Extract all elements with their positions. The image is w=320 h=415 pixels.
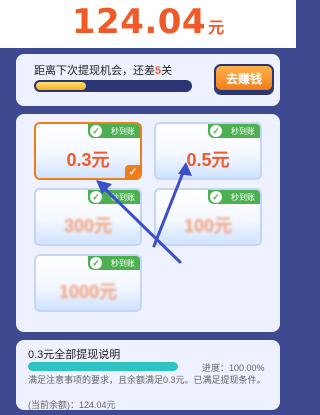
option-amount: 100元 [183,216,233,236]
earn-money-button[interactable]: 去赚钱 [214,64,274,92]
progress-bar [34,80,192,92]
instant-badge: ✓ 秒到账 [88,190,140,204]
check-circle-icon: ✓ [90,125,102,137]
progress-text-prefix: 距离下次提现机会，还差 [34,65,155,77]
option-amount: 0.5元 [186,150,230,170]
info-current-balance: (当前余额)：124.04元 [28,400,116,410]
withdraw-info-panel: 0.3元全部提现说明 进度：100.00% 满足注意事项的要求，且余额满足0.3… [16,340,280,410]
instant-badge: ✓ 秒到账 [88,256,140,270]
info-title: 0.3元全部提现说明 [28,349,121,361]
instant-badge: ✓ 秒到账 [208,124,260,138]
withdraw-option[interactable]: ✓ 秒到账 0.3元 ✓ [34,122,142,180]
option-amount: 300元 [63,216,113,236]
badge-label: 秒到账 [231,192,255,202]
info-progress-bar [28,362,178,371]
check-circle-icon: ✓ [90,191,102,203]
check-circle-icon: ✓ [210,125,222,137]
info-progress-fill [28,362,178,371]
check-circle-icon: ✓ [210,191,222,203]
balance-card: 124.04 元 [0,0,296,48]
balance-unit: 元 [208,20,225,37]
option-amount: 1000元 [58,282,118,302]
withdraw-progress-panel: 距离下次提现机会，还差5关 去赚钱 [16,54,280,106]
badge-label: 秒到账 [231,126,255,136]
info-description: 满足注意事项的要求，且余额满足0.3元。已满足提现条件。 [28,375,266,385]
withdraw-option[interactable]: ✓ 秒到账 300元 [34,188,142,246]
withdraw-option[interactable]: ✓ 秒到账 1000元 [34,254,142,312]
balance-amount: 124.04 [71,2,207,42]
withdraw-options-panel: ✓ 秒到账 0.3元 ✓ ✓ 秒到账 0.5元 ✓ 秒到账 300元 ✓ 秒到账 100… [16,114,280,332]
badge-label: 秒到账 [111,126,135,136]
withdraw-option[interactable]: ✓ 秒到账 0.5元 [154,122,262,180]
progress-text: 距离下次提现机会，还差5关 [34,62,172,78]
badge-label: 秒到账 [111,258,135,268]
progress-bar-fill [34,80,88,92]
check-circle-icon: ✓ [90,257,102,269]
instant-badge: ✓ 秒到账 [88,124,140,138]
badge-label: 秒到账 [111,192,135,202]
info-progress-label: 进度：100.00% [202,363,265,373]
instant-badge: ✓ 秒到账 [208,190,260,204]
checkmark-icon: ✓ [125,165,140,178]
progress-text-suffix: 关 [161,65,173,77]
withdraw-option[interactable]: ✓ 秒到账 100元 [154,188,262,246]
